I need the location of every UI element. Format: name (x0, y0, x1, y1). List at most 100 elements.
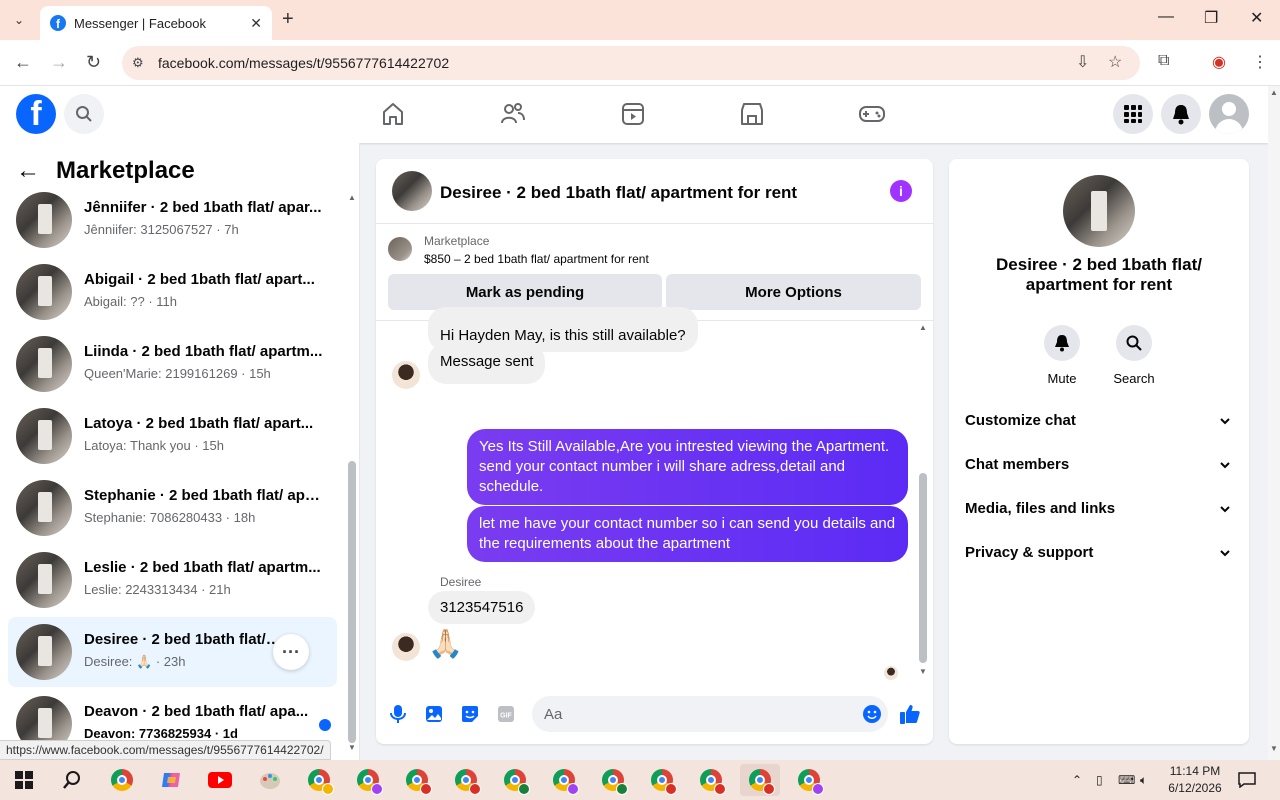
conversation-preview: Latoya: Thank you · 15h (84, 438, 224, 453)
back-arrow-icon[interactable]: ← (16, 157, 40, 185)
home-icon[interactable] (379, 100, 407, 128)
chrome-taskbar-icon-active[interactable] (740, 764, 780, 796)
taskbar-search-icon[interactable] (52, 764, 92, 796)
chrome-taskbar-icon[interactable] (348, 764, 388, 796)
url-input[interactable]: ⚙ facebook.com/messages/t/95567776144227… (122, 46, 1140, 80)
tab-search-icon[interactable]: ⌄ (6, 8, 32, 32)
status-url: https://www.facebook.com/messages/t/9556… (0, 740, 331, 760)
more-options-icon[interactable]: ··· (273, 634, 309, 670)
new-tab-icon[interactable]: + (282, 8, 294, 31)
forward-icon[interactable]: → (50, 52, 68, 73)
customize-chat-section[interactable]: Customize chat (965, 412, 1233, 432)
youtube-icon[interactable] (200, 764, 240, 796)
page-scrollbar[interactable]: ▲ ▼ (1268, 86, 1280, 760)
system-clock[interactable]: 11:14 PM 6/12/2026 (1160, 763, 1230, 797)
photo-icon[interactable] (423, 703, 445, 725)
conversation-scrollbar[interactable]: ▲ ▼ (347, 193, 357, 753)
minimize-icon[interactable]: — (1158, 8, 1174, 26)
friends-icon[interactable] (499, 100, 527, 128)
bookmark-star-icon[interactable]: ☆ (1108, 52, 1122, 72)
video-icon[interactable] (619, 100, 647, 128)
like-thumb-icon[interactable] (899, 703, 921, 725)
notifications-bell-icon[interactable] (1161, 94, 1201, 134)
conversation-item[interactable]: Stephanie · 2 bed 1bath flat/ apa... Ste… (8, 473, 337, 543)
listing-thumbnail (16, 336, 72, 392)
contact-avatar (392, 633, 420, 661)
mute-button[interactable]: Mute (1032, 325, 1092, 386)
chrome-taskbar-icon[interactable] (691, 764, 731, 796)
back-icon[interactable]: ← (14, 52, 32, 73)
more-options-button[interactable]: More Options (666, 274, 921, 310)
privacy-support-section[interactable]: Privacy & support (965, 544, 1233, 564)
facebook-favicon-icon: f (50, 15, 66, 31)
battery-icon[interactable]: ▯ (1096, 760, 1103, 800)
site-settings-icon[interactable]: ⚙ (132, 55, 148, 71)
reload-icon[interactable]: ↻ (86, 52, 101, 73)
show-hidden-icons-icon[interactable]: ⌃ (1072, 760, 1082, 800)
chrome-menu-icon[interactable]: ⋮ (1252, 52, 1268, 72)
restore-icon[interactable]: ❐ (1204, 8, 1218, 28)
clock-time: 11:14 PM (1169, 764, 1221, 778)
info-icon[interactable]: i (890, 180, 912, 202)
search-icon[interactable] (64, 94, 104, 134)
conversation-item-active[interactable]: Desiree · 2 bed 1bath flat/ ap... Desire… (8, 617, 337, 687)
conversation-item[interactable]: Liinda · 2 bed 1bath flat/ apartm... Que… (8, 329, 337, 399)
chrome-taskbar-icon[interactable] (593, 764, 633, 796)
chrome-taskbar-icon[interactable] (495, 764, 535, 796)
mute-label: Mute (1047, 371, 1077, 386)
account-avatar[interactable] (1209, 94, 1249, 134)
chat-title[interactable]: Desiree · 2 bed 1bath flat/ apartment fo… (440, 183, 797, 203)
chrome-taskbar-icon[interactable] (397, 764, 437, 796)
gif-icon[interactable]: GIF (495, 703, 517, 725)
chrome-taskbar-icon[interactable] (102, 764, 142, 796)
windows-taskbar: ⌃ ▯ ⌨ 🔈︎ 11:14 PM 6/12/2026 (0, 760, 1280, 800)
close-window-icon[interactable]: ✕ (1250, 8, 1263, 28)
network-icon[interactable]: ⌨ (1118, 760, 1135, 800)
browser-tab[interactable]: f Messenger | Facebook ✕ (40, 6, 272, 40)
chat-scrollbar[interactable]: ▲ ▼ (918, 321, 928, 681)
chat-avatar[interactable] (392, 171, 432, 211)
chrome-taskbar-icon[interactable] (299, 764, 339, 796)
notification-center-icon[interactable] (1238, 760, 1256, 800)
conversation-item[interactable]: Jênniifer · 2 bed 1bath flat/ apar... Jê… (8, 185, 337, 255)
close-tab-icon[interactable]: ✕ (250, 15, 262, 32)
listing-price[interactable]: $850 – 2 bed 1bath flat/ apartment for r… (424, 252, 649, 266)
listing-mini-thumbnail (388, 237, 412, 261)
install-app-icon[interactable]: ⇩ (1076, 52, 1089, 72)
chrome-taskbar-icon[interactable] (446, 764, 486, 796)
conversation-preview: Leslie: 2243313434 · 21h (84, 582, 231, 597)
gaming-icon[interactable] (858, 100, 886, 128)
copilot-icon[interactable] (151, 764, 191, 796)
media-files-links-section[interactable]: Media, files and links (965, 500, 1233, 520)
chat-members-section[interactable]: Chat members (965, 456, 1233, 476)
conversation-name: Leslie · 2 bed 1bath flat/ apartm... (84, 559, 321, 576)
address-bar: ← → ↻ ⚙ facebook.com/messages/t/95567776… (0, 40, 1280, 86)
chrome-taskbar-icon[interactable] (642, 764, 682, 796)
profile-icon[interactable]: ◉ (1212, 52, 1226, 72)
conversation-name: Jênniifer · 2 bed 1bath flat/ apar... (84, 199, 322, 216)
extensions-icon[interactable]: ⧉ (1158, 52, 1169, 70)
windows-start-icon[interactable] (4, 764, 44, 796)
listing-thumbnail (16, 192, 72, 248)
chrome-taskbar-icon[interactable] (789, 764, 829, 796)
menu-grid-icon[interactable] (1113, 94, 1153, 134)
emoji-picker-icon[interactable] (862, 704, 882, 728)
message-input[interactable]: Aa (532, 696, 888, 732)
chrome-taskbar-icon[interactable] (544, 764, 584, 796)
marketplace-label: Marketplace (424, 234, 490, 248)
unread-dot-icon (319, 719, 331, 731)
sticker-icon[interactable] (459, 703, 481, 725)
conversation-item[interactable]: Latoya · 2 bed 1bath flat/ apart... Lato… (8, 401, 337, 471)
paint-icon[interactable] (250, 764, 290, 796)
search-conversation-button[interactable]: Search (1104, 325, 1164, 386)
contact-name: Desiree · 2 bed 1bath flat/ apartment fo… (996, 255, 1202, 294)
marketplace-icon[interactable] (738, 100, 766, 128)
volume-icon[interactable]: 🔈︎ (1140, 760, 1147, 800)
conversation-item[interactable]: Abigail · 2 bed 1bath flat/ apart... Abi… (8, 257, 337, 327)
microphone-icon[interactable] (387, 703, 409, 725)
conversation-item[interactable]: Leslie · 2 bed 1bath flat/ apartm... Les… (8, 545, 337, 615)
section-label: Chat members (965, 456, 1070, 473)
emoji-message: 🙏🏻 (428, 628, 463, 659)
mark-as-pending-button[interactable]: Mark as pending (388, 274, 662, 310)
facebook-logo-icon[interactable]: f (16, 94, 56, 134)
